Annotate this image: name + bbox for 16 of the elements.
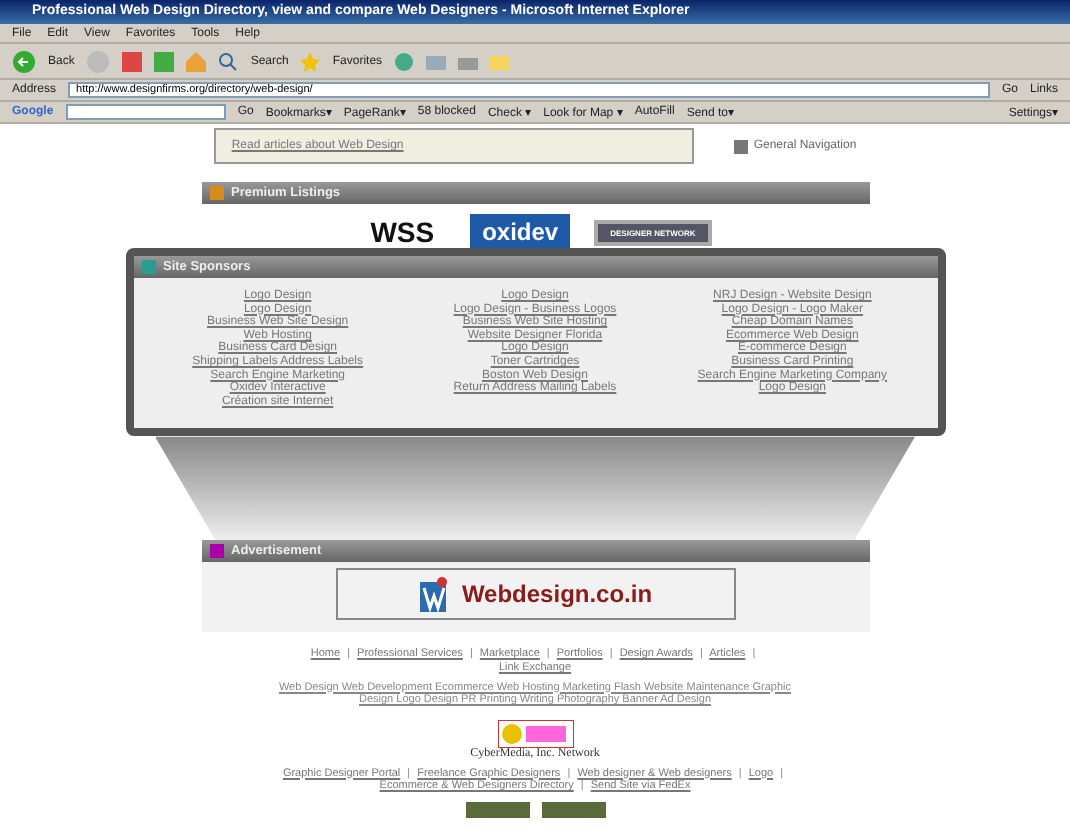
section-icon: [209, 186, 223, 200]
banner-text: Webdesign.co.in: [461, 580, 653, 609]
section-icon: [209, 544, 223, 559]
star-icon[interactable]: [300, 51, 321, 71]
back-icon[interactable]: [12, 49, 36, 73]
ad-banner[interactable]: Webdesign.co.in: [335, 568, 735, 621]
navigation-icon: [733, 139, 748, 153]
seal-icon: [497, 719, 573, 748]
search-icon[interactable]: [218, 51, 239, 71]
google-search-field[interactable]: [65, 104, 226, 120]
valid-badge-icon: [465, 801, 529, 818]
section-icon: [141, 260, 155, 274]
sponsor-logo[interactable]: oxidev: [470, 214, 571, 250]
logo-icon: [417, 576, 450, 613]
home-icon[interactable]: [186, 51, 207, 71]
valid-badge-icon: [541, 801, 605, 818]
